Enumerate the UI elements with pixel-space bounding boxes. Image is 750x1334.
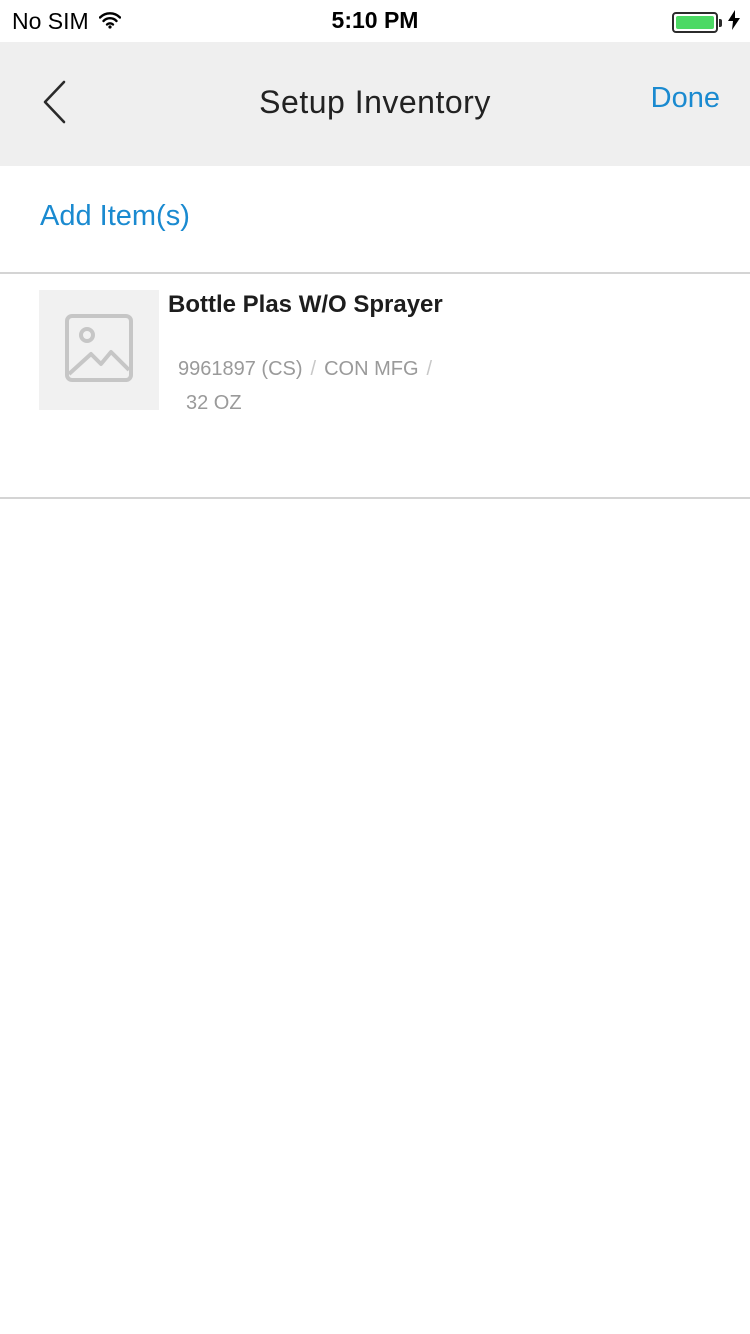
add-items-row: Add Item(s) [0, 166, 750, 274]
battery-fill [676, 16, 714, 29]
battery-indicator [672, 10, 740, 35]
product-name: Bottle Plas W/O Sprayer [168, 291, 443, 318]
status-bar: No SIM 5:10 PM [0, 0, 750, 42]
list-item[interactable]: Bottle Plas W/O Sprayer 9961897 (CS) / CON… [0, 276, 750, 499]
done-button[interactable]: Done [651, 82, 720, 115]
product-meta: 9961897 (CS) / CON MFG / [178, 358, 440, 381]
meta-separator: / [310, 358, 317, 380]
status-time: 5:10 PM [331, 7, 419, 33]
product-thumbnail [39, 290, 159, 410]
meta-separator: / [426, 358, 433, 380]
battery-icon [672, 12, 718, 33]
battery-tip [719, 18, 722, 27]
charging-bolt-icon [728, 10, 740, 35]
navigation-bar: Setup Inventory Done [0, 42, 750, 166]
image-placeholder-icon [65, 313, 133, 387]
pack-size: 32 OZ [186, 392, 242, 414]
add-items-button[interactable]: Add Item(s) [40, 200, 190, 233]
page-title: Setup Inventory [259, 84, 491, 120]
item-number: 9961897 (CS) [178, 358, 303, 380]
brand-name: CON MFG [324, 358, 419, 380]
